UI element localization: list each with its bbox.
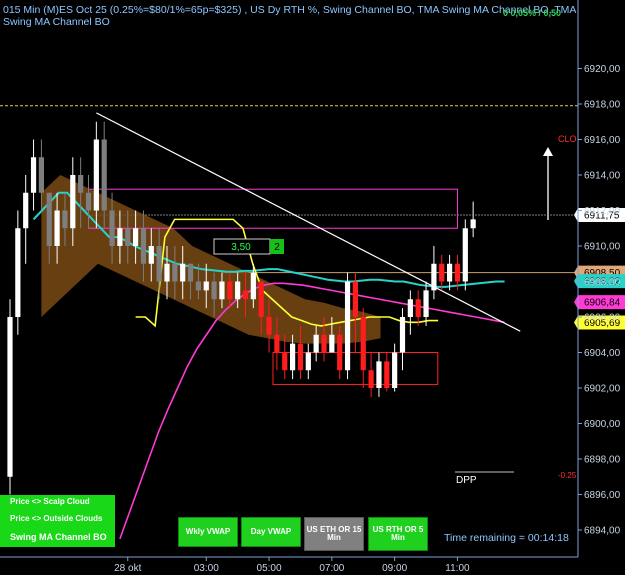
candle-body [376,361,382,388]
candle-body [250,272,256,300]
price-label-text: 6906,84 [584,298,621,309]
candle-body [85,192,92,211]
candle-body [38,157,44,193]
day-vwap-button[interactable]: Day VWAP [241,517,301,547]
candle-body [337,334,343,371]
candle-body [368,370,374,388]
price-tick-label: 6894,00 [584,526,621,537]
price-tick-label: 6902,00 [584,384,621,395]
candle-body [70,175,76,229]
candle-body [195,281,201,291]
candle-body [282,352,288,371]
price-tick-label: 6912,00 [584,206,621,217]
price-tick-label: 6900,00 [584,419,621,430]
candle-body [399,317,406,353]
us-eth-or-15-button[interactable]: US ETH OR 15 Min [304,517,364,551]
candle-body [439,263,445,282]
candle-body [454,263,461,282]
candle-body [384,361,390,388]
candle-body [415,299,421,317]
time-tick-label: 28 okt [114,563,141,574]
candle-body [352,281,358,317]
candle-body [266,317,272,335]
candle-body [297,343,304,371]
candle-body [93,139,99,211]
price-tick-label: 6916,00 [584,135,621,146]
time-tick-label: 03:00 [194,563,219,574]
candle-body [23,192,29,229]
candle-body [7,317,13,477]
candle-body [344,281,351,371]
candle-body [392,352,398,388]
price-tick-label: 6914,00 [584,171,621,182]
time-tick-label: 05:00 [257,563,282,574]
candle-body [62,210,68,229]
candle-body [30,157,37,193]
price-tick-label: 6918,00 [584,100,621,111]
candle-body [46,192,52,246]
candle-body [211,281,217,300]
minus-label: -0.25 [558,471,577,480]
candle-body [125,228,131,246]
candle-body [164,263,170,282]
candle-body [140,228,147,264]
chart-subtitle: Swing MA Channel BO [3,16,110,28]
candle-body [235,281,241,300]
candle-body [242,290,249,300]
candle-body [78,175,84,193]
candle-body [148,246,154,264]
price-tick-label: 6904,00 [584,348,621,359]
candle-body [313,334,319,353]
time-tick-label: 07:00 [319,563,344,574]
price-tick-label: 6896,00 [584,490,621,501]
swing-ma-channel-button[interactable]: Swing MA Channel BO [0,528,115,547]
wkly-vwap-button[interactable]: Wkly VWAP [178,517,238,547]
chart-title: 015 Min (M)ES Oct 25 (0.25%=$80/1%=65p=$… [3,4,577,16]
price-tick-label: 6920,00 [584,64,621,75]
candle-body [431,263,437,291]
price-tick-label: 6906,00 [584,313,621,324]
candle-body [470,219,476,229]
candle-body [462,228,468,282]
candle-body [423,290,429,317]
clo-label: CLO [558,134,577,144]
time-tick-label: 09:00 [382,563,407,574]
candle-body [219,281,225,300]
chart-canvas[interactable]: CLODPP -0.253,50 26911,756908,506908,02690… [0,0,625,575]
candle-body [187,263,194,282]
price-scalp-cloud-button[interactable]: Price <> Scalp Cloud [0,495,115,509]
price-outside-clouds-button[interactable]: Price <> Outside Clouds [0,509,115,528]
target-count-label: 2 [274,242,280,253]
time-tick-label: 11:00 [445,563,470,574]
candle-body [172,263,178,282]
candle-body [329,334,335,353]
candle-body [54,210,60,246]
candle-body [360,317,366,371]
candle-body [109,210,115,246]
candle-body [180,263,186,282]
candle-body [321,334,327,353]
candle-body [156,246,162,282]
price-tick-label: 6898,00 [584,455,621,466]
percent-readout: 0 0,05% / 0,50 [503,8,562,18]
candle-body [274,334,280,353]
candle-body [101,139,107,211]
candle-body [290,343,296,371]
candle-body [258,281,264,317]
candle-body [447,263,453,282]
candle-body [227,281,233,300]
candle-body [117,228,123,246]
candle-body [15,228,21,317]
candle-body [305,352,311,371]
candle-body [133,228,139,246]
us-rth-or-5-button[interactable]: US RTH OR 5 Min [368,517,428,551]
target-value-label: 3,50 [231,242,251,253]
price-tick-label: 6908,00 [584,277,621,288]
candle-body [407,299,413,317]
time-remaining: Time remaining = 00:14:18 [444,532,569,544]
dpp-label: DPP [456,475,477,486]
price-tick-label: 6910,00 [584,242,621,253]
candle-body [203,281,209,291]
